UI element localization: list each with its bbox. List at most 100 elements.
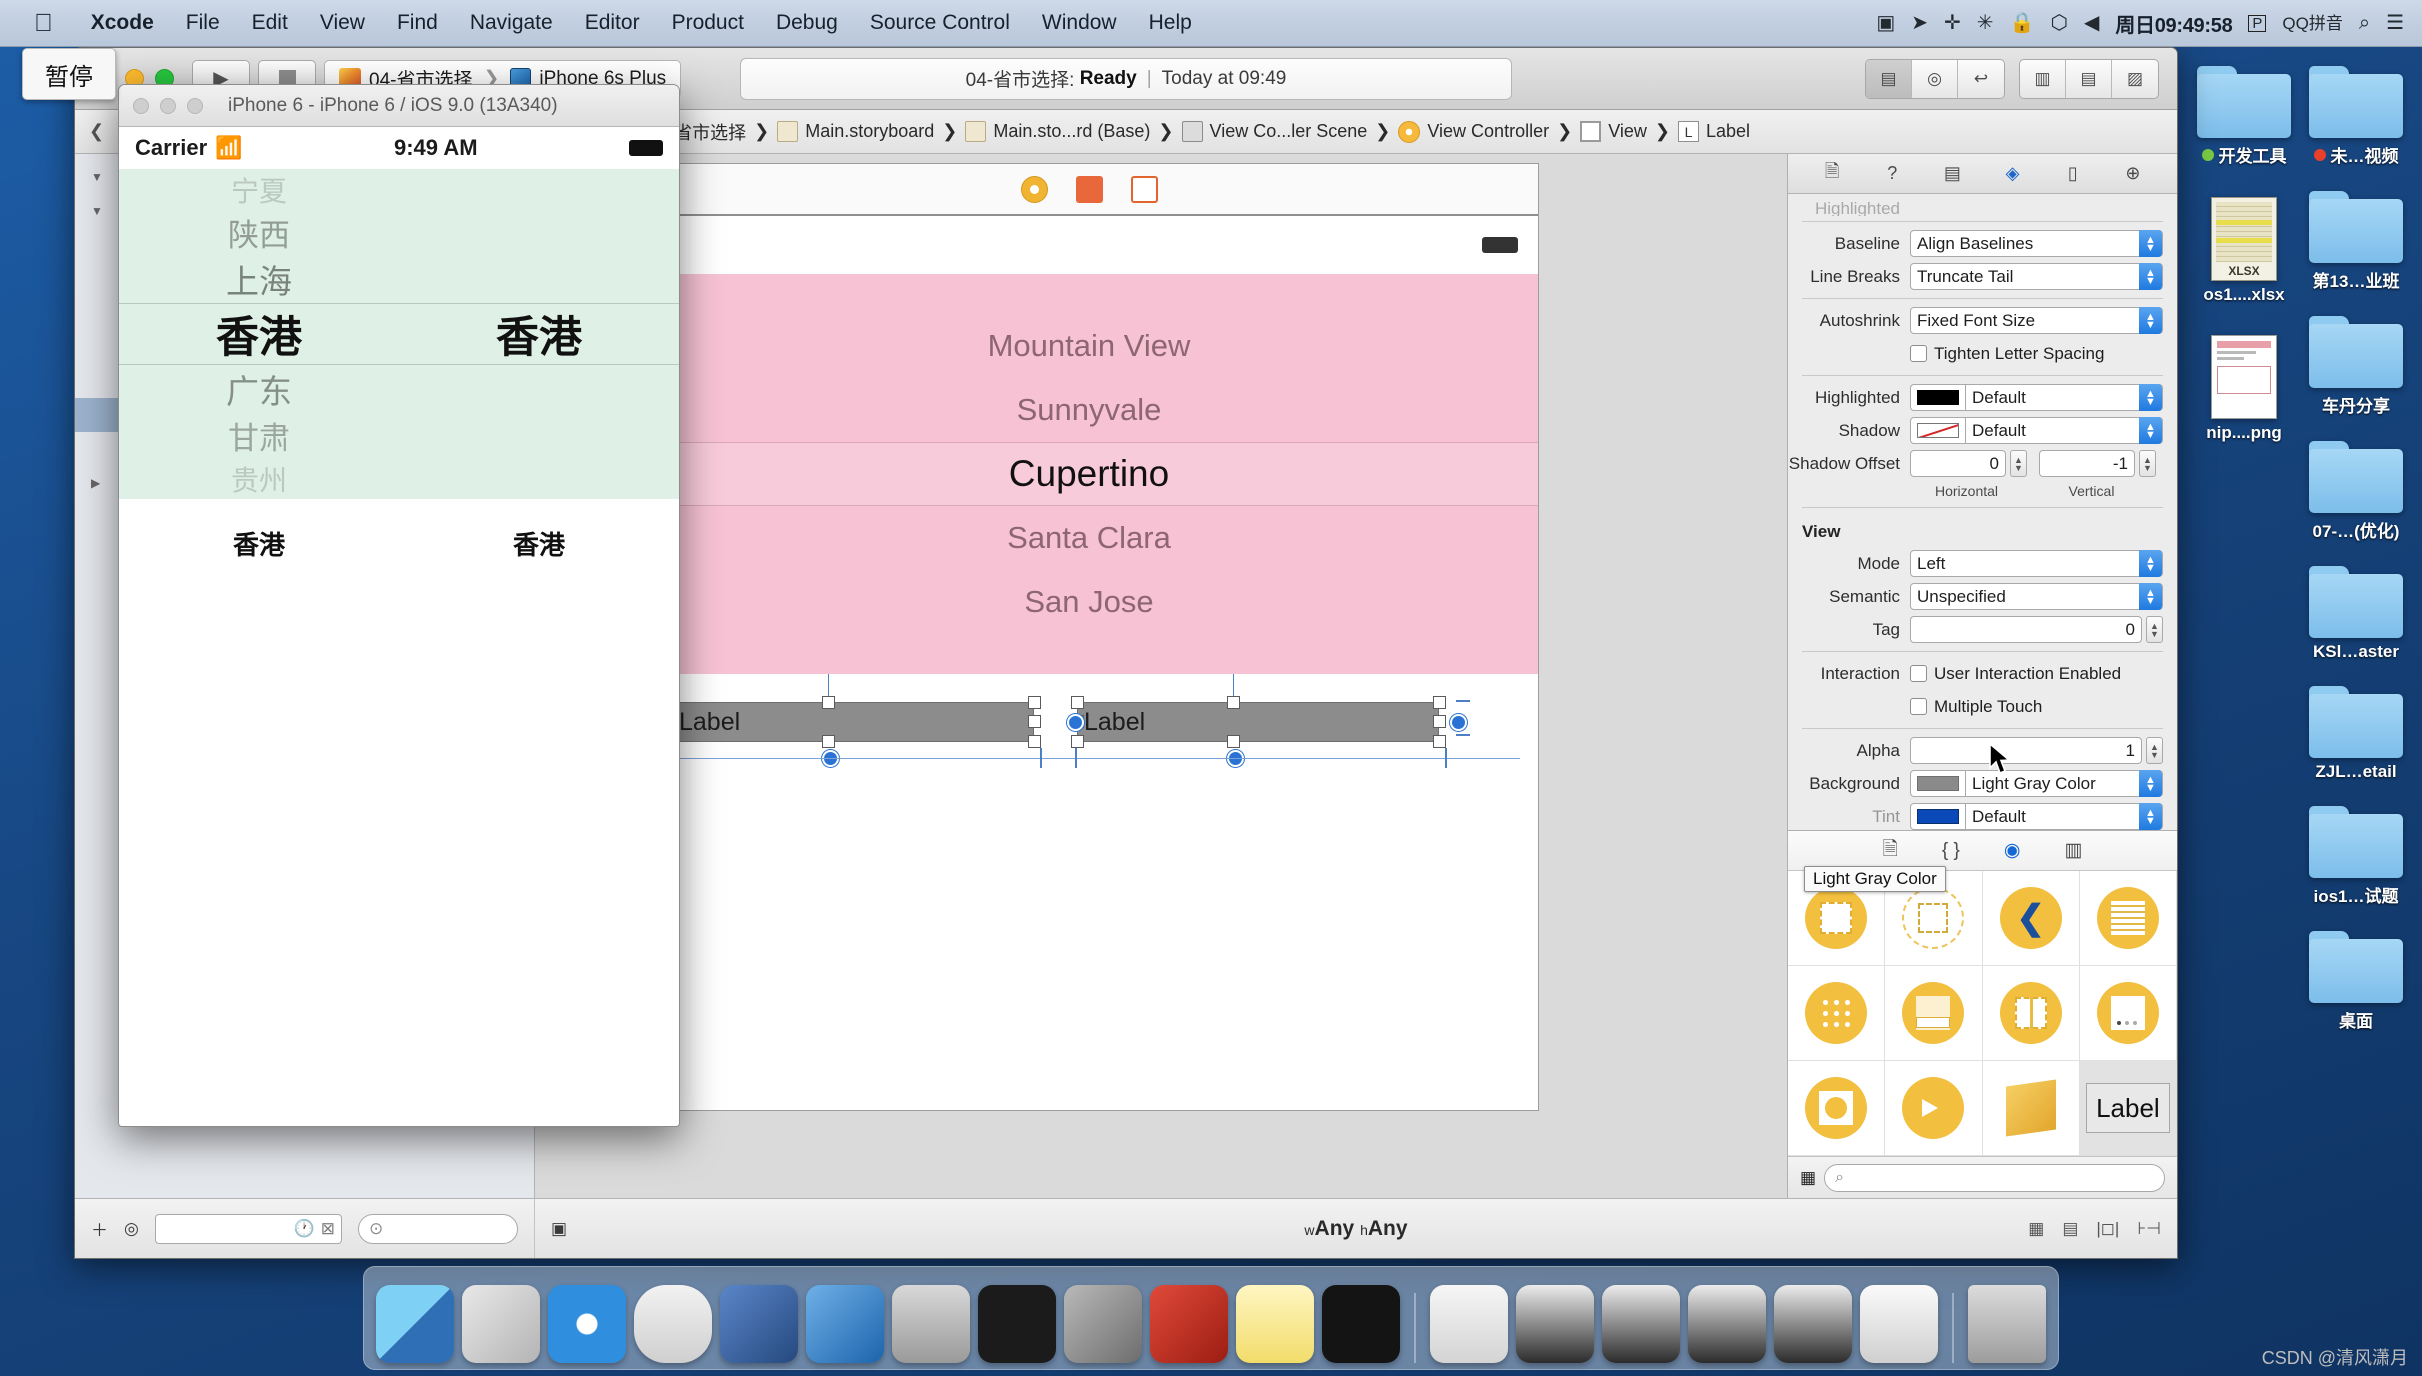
- library-list-view-icon[interactable]: ▦: [1800, 1168, 1816, 1188]
- chevron-left-icon[interactable]: ❮: [89, 121, 104, 142]
- library-item-table-view[interactable]: [2079, 871, 2177, 966]
- library-item-collection-view[interactable]: [1788, 966, 1886, 1061]
- breadcrumb-item-storyboard-base[interactable]: Main.sto...rd (Base): [961, 121, 1154, 142]
- menu-item-editor[interactable]: Editor: [569, 11, 656, 35]
- library-tab-bar[interactable]: 🗎 { } ◉ ▥: [1788, 831, 2177, 871]
- simulator-icon[interactable]: [892, 1285, 970, 1363]
- menu-item-help[interactable]: Help: [1133, 11, 1208, 35]
- exec-icon[interactable]: [1322, 1285, 1400, 1363]
- editor-mode-segmented[interactable]: ▤ ◎ ↩: [1865, 58, 2005, 99]
- window-6[interactable]: [1860, 1285, 1938, 1363]
- disclosure-triangle-icon[interactable]: ▼: [91, 170, 105, 184]
- mode-popup[interactable]: Left ▲ ▼: [1910, 550, 2163, 577]
- desktop-item-folder[interactable]: ios1…试题: [2300, 806, 2412, 907]
- library-item-grid[interactable]: ❮ Label: [1788, 871, 2177, 1156]
- search-icon[interactable]: ⌕: [2359, 13, 2370, 33]
- desktop-item-folder[interactable]: 车丹分享: [2300, 316, 2412, 417]
- color-swatch-none[interactable]: [1910, 417, 1966, 444]
- menu-item-edit[interactable]: Edit: [236, 11, 304, 35]
- alpha-input[interactable]: 1: [1910, 737, 2142, 764]
- minimize-window-button[interactable]: [160, 97, 176, 114]
- highlighted-popup[interactable]: Default ▲ ▼: [1966, 384, 2163, 411]
- library-item-page-control[interactable]: [2079, 966, 2177, 1061]
- launchpad-icon[interactable]: [462, 1285, 540, 1363]
- desktop-item-folder[interactable]: 07-…(优化): [2300, 441, 2412, 542]
- vpn-icon[interactable]: ⬡: [2050, 13, 2067, 33]
- window-4[interactable]: [1688, 1285, 1766, 1363]
- zoom-window-button[interactable]: [187, 97, 203, 114]
- label-2[interactable]: Label: [1077, 702, 1439, 742]
- airdrop-icon[interactable]: ✛: [1944, 13, 1961, 33]
- shadow-color-control[interactable]: Default ▲ ▼: [1910, 417, 2163, 444]
- mouse-icon[interactable]: [634, 1285, 712, 1363]
- menu-item-xcode[interactable]: Xcode: [75, 11, 170, 35]
- close-window-button[interactable]: [133, 97, 149, 114]
- quick-help-icon[interactable]: ?: [1873, 163, 1911, 184]
- desktop-item-folder[interactable]: ZJL…etail: [2300, 686, 2412, 782]
- code-snippet-library-icon[interactable]: { }: [1942, 840, 1960, 862]
- tint-popup[interactable]: Default ▲ ▼: [1966, 803, 2163, 830]
- library-item-text-view[interactable]: [1885, 966, 1983, 1061]
- terminal-icon[interactable]: [978, 1285, 1056, 1363]
- shadow-offset-horizontal-input[interactable]: 0: [1910, 450, 2006, 477]
- standard-editor-icon[interactable]: ▤: [1866, 59, 1912, 98]
- simulator-picker-view[interactable]: 宁夏 陕西 上海 香港 香港 广东 甘肃 贵州: [119, 169, 679, 499]
- library-item-navigation-bar[interactable]: ❮: [1982, 871, 2080, 966]
- library-item-label[interactable]: Label: [2079, 1061, 2177, 1156]
- notification-center-icon[interactable]: ☰: [2386, 13, 2404, 33]
- desktop-item-folder[interactable]: KSl…aster: [2300, 566, 2412, 662]
- breadcrumb-item-view[interactable]: View: [1576, 121, 1651, 142]
- desktop-item-folder[interactable]: 开发工具: [2188, 66, 2300, 167]
- volume-icon[interactable]: ◀: [2084, 13, 2099, 33]
- trash-icon[interactable]: [1968, 1285, 2046, 1363]
- shadow-popup[interactable]: Default ▲ ▼: [1966, 417, 2163, 444]
- exit-icon[interactable]: [1130, 175, 1158, 203]
- menu-item-source-control[interactable]: Source Control: [854, 11, 1026, 35]
- library-item-image-view[interactable]: [1788, 1061, 1886, 1156]
- pause-overlay-badge[interactable]: 暂停: [22, 48, 116, 100]
- picker-view-preview[interactable]: Mountain View Sunnyvale Cupertino Santa …: [640, 274, 1538, 674]
- connections-inspector-icon[interactable]: ⊕: [2114, 163, 2152, 184]
- library-search-bar[interactable]: ▦ ⌕: [1788, 1156, 2177, 1198]
- view-toggle-segmented[interactable]: ▥ ▤ ▨: [2019, 58, 2159, 99]
- screen-record-icon[interactable]: ▣: [1876, 13, 1895, 33]
- input-method-label[interactable]: QQ拼音: [2282, 15, 2342, 32]
- autoshrink-popup[interactable]: Fixed Font Size ▲ ▼: [1910, 307, 2163, 334]
- line-breaks-popup[interactable]: Truncate Tail ▲ ▼: [1910, 263, 2163, 290]
- color-swatch[interactable]: [1910, 803, 1966, 830]
- tag-stepper[interactable]: ▲ ▼: [2146, 616, 2163, 643]
- object-library-icon[interactable]: ◉: [2004, 839, 2021, 862]
- navigator-filter-input[interactable]: 🕐 ⊠: [154, 1213, 342, 1244]
- plus-icon[interactable]: ＋: [91, 1216, 108, 1241]
- library-item-scroll-view[interactable]: [1982, 966, 2080, 1061]
- tighten-letter-spacing-checkbox[interactable]: Tighten Letter Spacing: [1910, 344, 2104, 364]
- align-icon[interactable]: ▤: [2062, 1219, 2078, 1239]
- attributes-inspector-icon[interactable]: ◈: [1994, 163, 2032, 184]
- input-method-badge[interactable]: P: [2248, 14, 2267, 32]
- desktop-item-folder[interactable]: 第13…业班: [2300, 191, 2412, 292]
- hide-navigator-icon[interactable]: ▥: [2020, 59, 2066, 98]
- menu-item-debug[interactable]: Debug: [760, 11, 854, 35]
- finder-icon[interactable]: [376, 1285, 454, 1363]
- menu-item-find[interactable]: Find: [381, 11, 454, 35]
- view-controller-scene[interactable]: Mountain View Sunnyvale Cupertino Santa …: [639, 163, 1539, 1111]
- breadcrumb-item-storyboard[interactable]: Main.storyboard: [773, 121, 938, 142]
- semantic-popup[interactable]: Unspecified ▲ ▼: [1910, 583, 2163, 610]
- constraints-icon[interactable]: ▦: [2028, 1219, 2044, 1239]
- lock-icon[interactable]: 🔒: [2010, 13, 2035, 33]
- window-2[interactable]: [1516, 1285, 1594, 1363]
- menu-item-product[interactable]: Product: [656, 11, 760, 35]
- desktop-item-folder[interactable]: 桌面: [2300, 931, 2412, 1032]
- inspector-tab-bar[interactable]: 🗎 ? ▤ ◈ ▯ ⊕: [1788, 154, 2177, 194]
- size-class-indicator[interactable]: wAny hAny: [1304, 1217, 1407, 1241]
- shadow-offset-v-stepper[interactable]: ▲ ▼: [2139, 450, 2156, 477]
- file-template-library-icon[interactable]: 🗎: [1883, 835, 1898, 867]
- tint-color-control[interactable]: Default ▲ ▼: [1910, 803, 2163, 830]
- background-color-control[interactable]: Light Gray Color ▲ ▼: [1910, 770, 2163, 797]
- location-icon[interactable]: ➤: [1911, 13, 1928, 33]
- label-1[interactable]: Label: [672, 702, 1034, 742]
- ruby-icon[interactable]: [1150, 1285, 1228, 1363]
- shadow-offset-vertical-input[interactable]: -1: [2039, 450, 2135, 477]
- apple-icon[interactable]: : [0, 10, 75, 36]
- safari-icon[interactable]: [548, 1285, 626, 1363]
